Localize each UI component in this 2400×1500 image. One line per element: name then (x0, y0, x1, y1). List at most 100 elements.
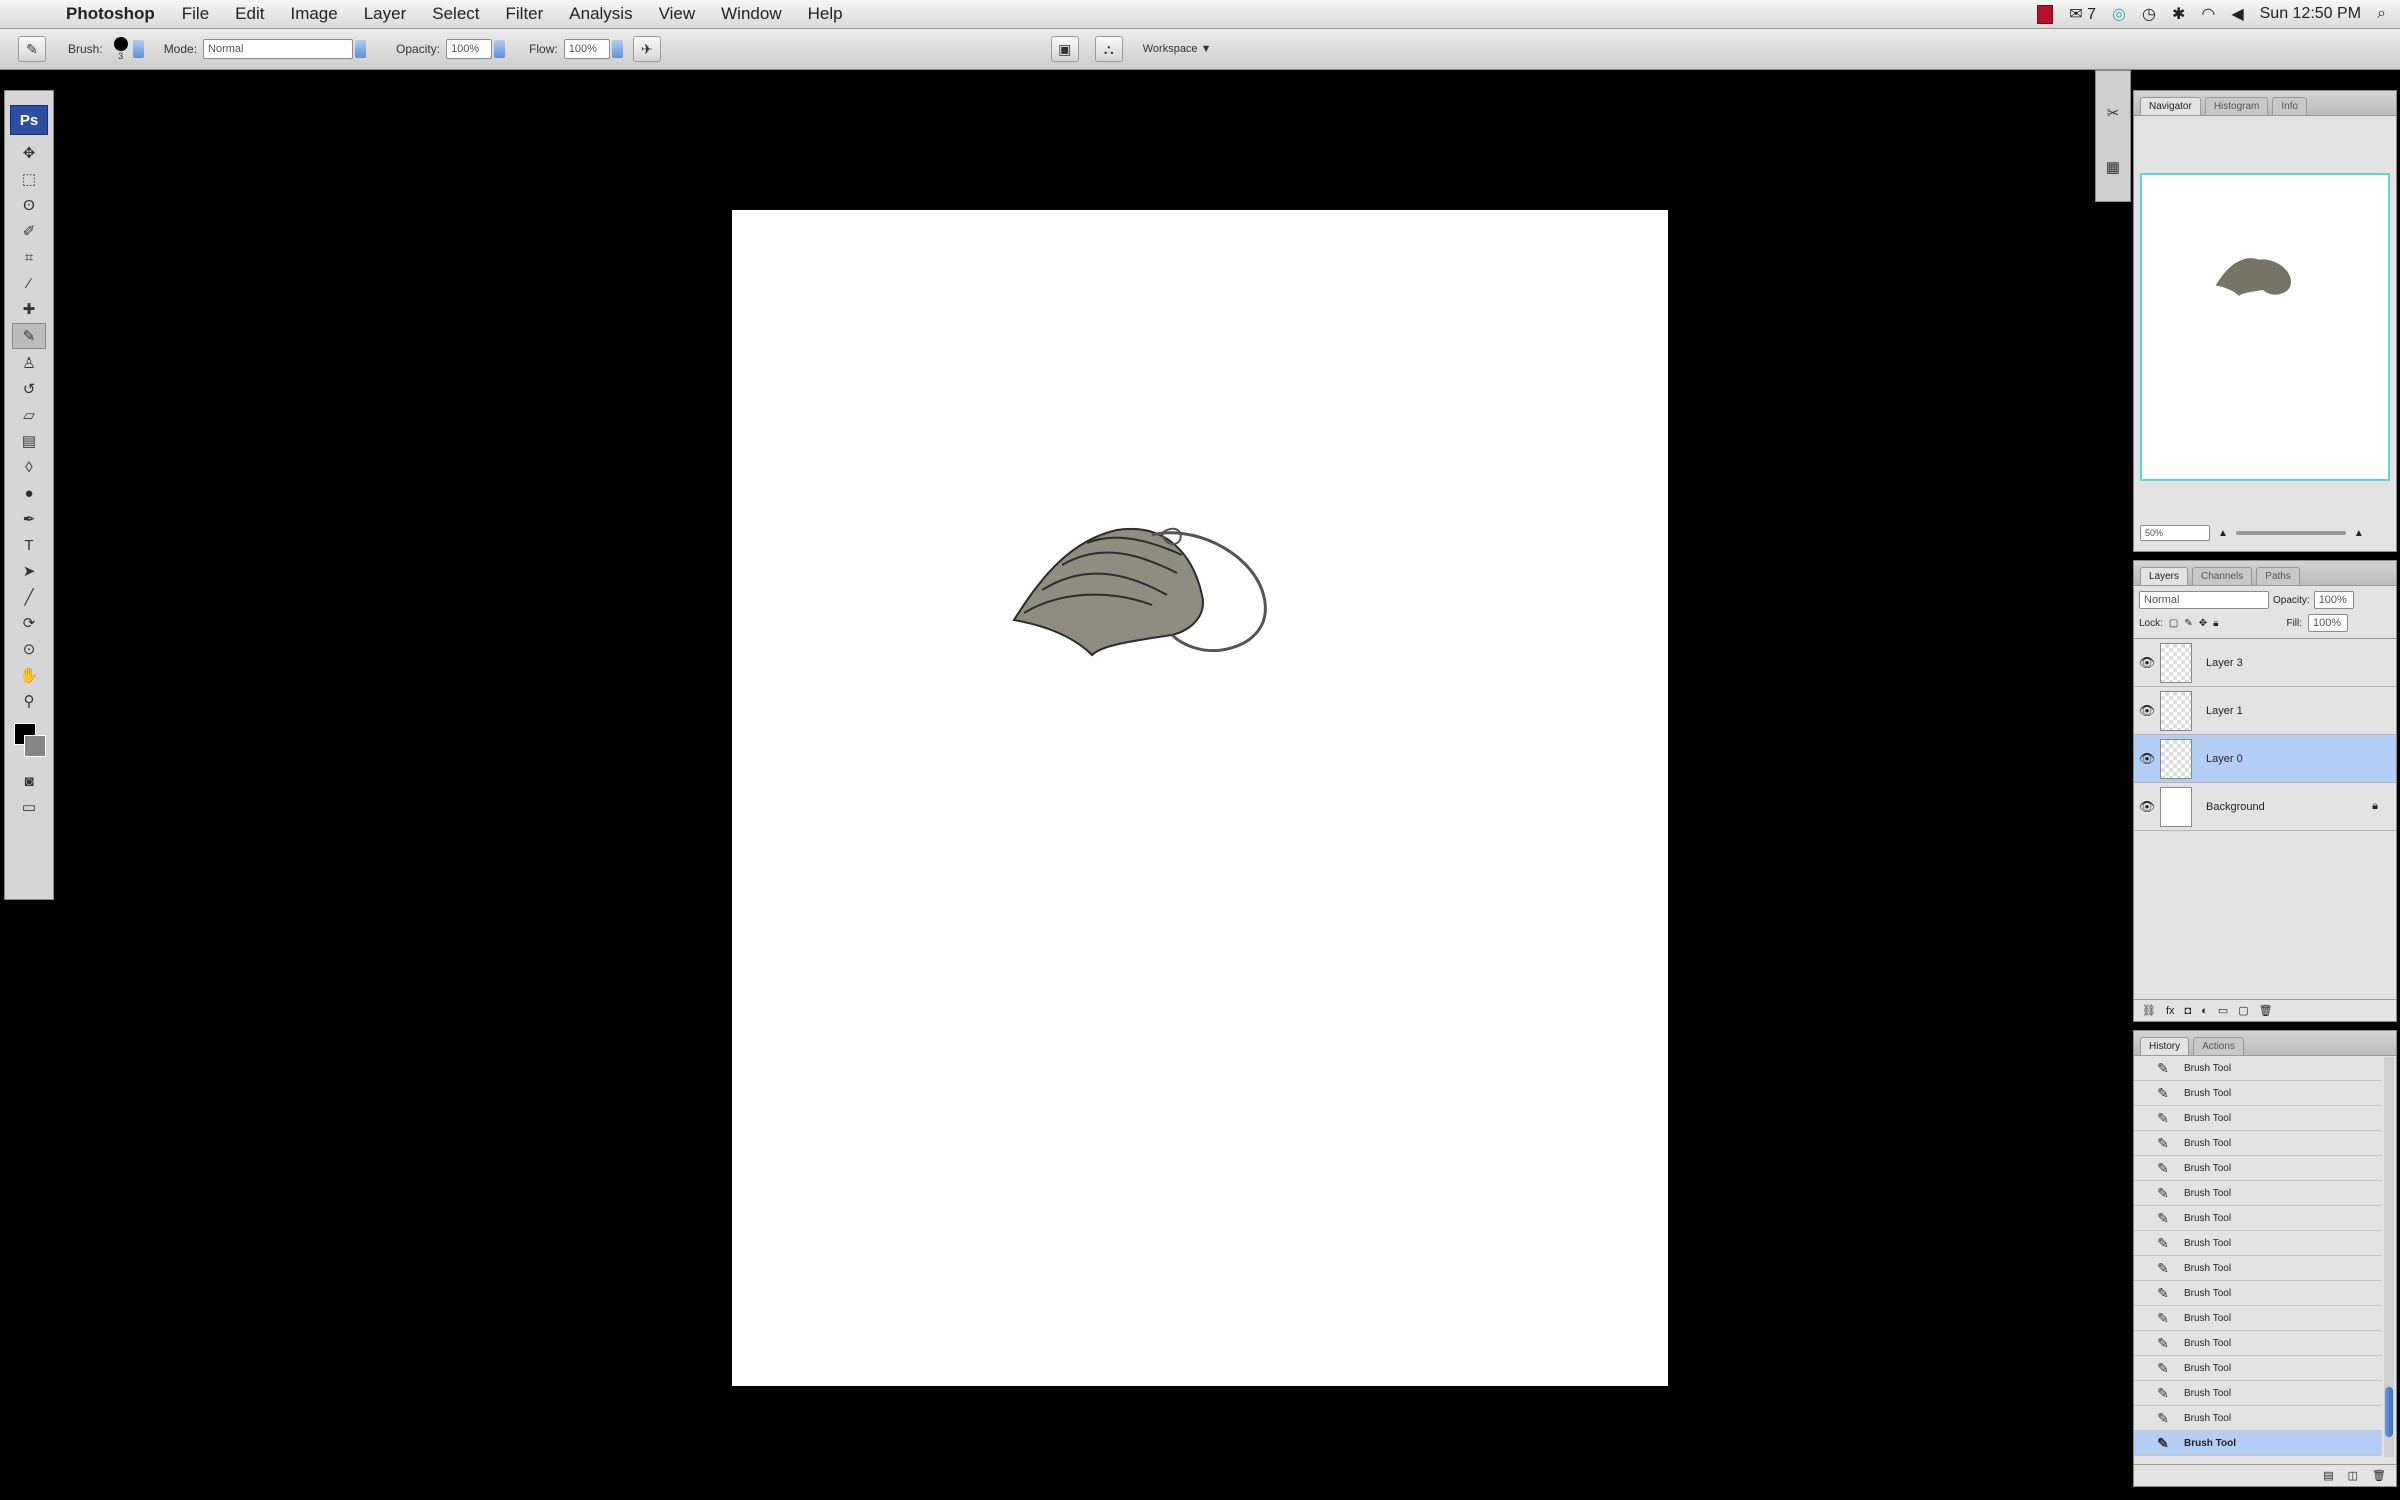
lasso-icon[interactable]: ʘ (13, 193, 45, 217)
menu-filter[interactable]: Filter (506, 4, 544, 24)
layer-row-layer-0[interactable]: 👁︎ Layer 0 (2134, 735, 2396, 783)
flow-slider-button[interactable] (611, 40, 623, 58)
history-state[interactable]: ✎ Brush Tool (2134, 1081, 2382, 1106)
lock-position-icon[interactable]: ✥ (2199, 618, 2207, 629)
mode-select-arrows[interactable] (355, 40, 367, 58)
wifi-icon[interactable]: ◠ (2201, 4, 2215, 24)
history-state[interactable]: ✎ Brush Tool (2134, 1406, 2382, 1431)
gradient-icon[interactable]: ▤ (13, 429, 45, 453)
hand-icon[interactable]: ✋ (13, 663, 45, 687)
flow-field[interactable]: 100% (563, 39, 610, 59)
history-state[interactable]: ✎ Brush Tool (2134, 1331, 2382, 1356)
clock[interactable]: Sun 12:50 PM (2260, 5, 2361, 23)
navigator-preview[interactable] (2140, 173, 2390, 481)
history-state[interactable]: ✎ Brush Tool (2134, 1056, 2382, 1081)
menu-help[interactable]: Help (808, 4, 843, 24)
history-state-current[interactable]: ✎ Brush Tool (2134, 1431, 2382, 1456)
history-state[interactable]: ✎ Brush Tool (2134, 1181, 2382, 1206)
tools-settings-icon[interactable]: ✂ (2097, 101, 2129, 125)
history-state[interactable]: ✎ Brush Tool (2134, 1256, 2382, 1281)
visibility-eye-icon[interactable]: 👁︎ (2134, 751, 2160, 767)
healing-icon[interactable]: ✚ (13, 297, 45, 321)
tab-history[interactable]: History (2140, 1037, 2190, 1055)
crop-icon[interactable]: ⌗ (13, 245, 45, 269)
history-state[interactable]: ✎ Brush Tool (2134, 1231, 2382, 1256)
new-document-from-state-icon[interactable]: ▤ (2323, 1469, 2333, 1482)
bridge-button[interactable]: ⛬ (1094, 36, 1123, 62)
move-icon[interactable]: ✥ (13, 141, 45, 165)
history-state[interactable]: ✎ Brush Tool (2134, 1106, 2382, 1131)
link-layers-icon[interactable]: ⛓ (2142, 1004, 2156, 1017)
lock-pixels-icon[interactable]: ✎ (2184, 618, 2192, 629)
spotlight-icon[interactable]: ⌕ (2377, 5, 2386, 23)
sync-icon[interactable]: ◎ (2112, 4, 2126, 24)
brush-picker-arrow[interactable] (132, 40, 144, 58)
zoom-out-icon[interactable]: ▲ (2218, 528, 2228, 539)
history-scroll-thumb[interactable] (2385, 1387, 2393, 1437)
mode-select[interactable]: Normal (203, 39, 354, 59)
quick-select-icon[interactable]: ✐ (13, 219, 45, 243)
menu-layer[interactable]: Layer (364, 4, 407, 24)
layer-row-layer-1[interactable]: 👁︎ Layer 1 (2134, 687, 2396, 735)
delete-state-icon[interactable]: 🗑︎ (2372, 1469, 2386, 1482)
opacity-slider-button[interactable] (494, 40, 506, 58)
history-brush-icon[interactable]: ↺ (13, 377, 45, 401)
app-menu[interactable]: Photoshop (66, 4, 155, 24)
dodge-icon[interactable]: ● (13, 481, 45, 505)
new-layer-icon[interactable]: ▢ (2238, 1004, 2248, 1017)
menu-view[interactable]: View (659, 4, 696, 24)
tab-histogram[interactable]: Histogram (2204, 97, 2269, 115)
eraser-icon[interactable]: ▱ (13, 403, 45, 427)
history-state[interactable]: ✎ Brush Tool (2134, 1356, 2382, 1381)
history-state[interactable]: ✎ Brush Tool (2134, 1156, 2382, 1181)
layer-style-icon[interactable]: fx (2166, 1005, 2175, 1017)
new-group-icon[interactable]: ▭ (2218, 1004, 2228, 1017)
new-snapshot-icon[interactable]: ◫ (2348, 1469, 2358, 1482)
quick-mask-icon[interactable]: ◙ (13, 769, 45, 793)
zoom-icon[interactable]: ⚲ (13, 689, 45, 713)
path-select-icon[interactable]: ➤ (13, 559, 45, 583)
airbrush-toggle[interactable]: ✈ (632, 36, 661, 62)
clone-stamp-icon[interactable]: ♙ (13, 351, 45, 375)
shape-icon[interactable]: ╱ (13, 585, 45, 609)
fill-field[interactable]: 100% (2308, 614, 2349, 632)
blur-icon[interactable]: ◊ (13, 455, 45, 479)
delete-layer-icon[interactable]: 🗑︎ (2259, 1004, 2273, 1017)
adjustment-layer-icon[interactable]: ◐ (2201, 1005, 2208, 1017)
tab-paths[interactable]: Paths (2256, 567, 2300, 585)
lock-transparency-icon[interactable]: ▢ (2169, 618, 2178, 629)
visibility-eye-icon[interactable]: 👁︎ (2134, 799, 2160, 815)
visibility-eye-icon[interactable]: 👁︎ (2134, 703, 2160, 719)
history-scrollbar[interactable] (2384, 1057, 2394, 1457)
menu-select[interactable]: Select (432, 4, 479, 24)
history-state[interactable]: ✎ Brush Tool (2134, 1306, 2382, 1331)
toggle-brushes-panel[interactable]: ▣ (1050, 36, 1079, 62)
bluetooth-icon[interactable]: ✱ (2172, 4, 2185, 24)
history-state[interactable]: ✎ Brush Tool (2134, 1281, 2382, 1306)
background-color-swatch[interactable] (24, 735, 46, 757)
document-canvas[interactable] (732, 210, 1668, 1386)
layer-mask-icon[interactable]: ◘ (2185, 1005, 2192, 1017)
time-machine-icon[interactable]: ◷ (2142, 4, 2156, 24)
layer-row-layer-3[interactable]: 👁︎ Layer 3 (2134, 639, 2396, 687)
volume-icon[interactable]: ◀ (2231, 4, 2243, 24)
zoom-slider[interactable] (2235, 531, 2346, 535)
3d-orbit-icon[interactable]: ⊙ (13, 637, 45, 661)
app-status-icon[interactable] (2037, 4, 2054, 24)
clone-source-icon[interactable]: ▦ (2097, 155, 2129, 179)
screen-mode-icon[interactable]: ▭ (13, 795, 45, 819)
menu-edit[interactable]: Edit (235, 4, 264, 24)
brush-icon[interactable]: ✎ (12, 323, 46, 349)
brush-preset-picker[interactable]: 3 (111, 37, 131, 61)
tab-layers[interactable]: Layers (2140, 567, 2189, 585)
history-state[interactable]: ✎ Brush Tool (2134, 1206, 2382, 1231)
3d-rotate-icon[interactable]: ⟳ (13, 611, 45, 635)
tool-preset-picker[interactable]: ✎ (18, 36, 46, 62)
mail-status[interactable]: ✉ 7 (2069, 4, 2096, 24)
menu-image[interactable]: Image (290, 4, 337, 24)
blend-mode-select[interactable]: Normal (2139, 591, 2269, 609)
tab-actions[interactable]: Actions (2193, 1037, 2244, 1055)
visibility-eye-icon[interactable]: 👁︎ (2134, 655, 2160, 671)
pen-icon[interactable]: ✒ (13, 507, 45, 531)
lock-all-icon[interactable]: 🔒︎ (2213, 618, 2218, 629)
